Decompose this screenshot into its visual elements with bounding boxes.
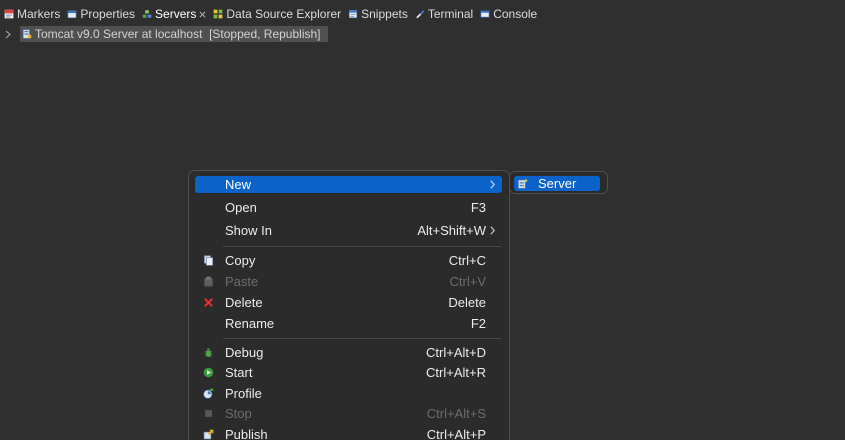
menu-item-shortcut: Delete [448, 295, 486, 310]
menu-item-body: Start Ctrl+Alt+R [195, 364, 502, 381]
start-icon [203, 367, 214, 378]
tab-label: Servers [155, 7, 197, 21]
menu-item-shortcut: Ctrl+Alt+S [426, 406, 486, 422]
menu-item-body: Open F3 [195, 199, 502, 216]
chevron-right-icon [490, 226, 495, 235]
console-icon [480, 9, 490, 19]
new-submenu: Server [509, 171, 608, 194]
separator-line [223, 337, 501, 339]
menu-item-shortcut: F2 [470, 316, 486, 331]
markers-icon [4, 9, 14, 19]
tab-console[interactable]: Console [480, 5, 537, 23]
menu-item-body: Stop Ctrl+Alt+S [195, 405, 502, 422]
tab-label: Data Source Explorer [226, 7, 342, 21]
separator-line [223, 245, 501, 247]
stop-icon [203, 408, 214, 419]
menu-item-new[interactable]: New [189, 173, 509, 196]
menu-item-delete[interactable]: Delete Delete [189, 292, 509, 313]
copy-icon [203, 255, 214, 266]
menu-item-body: Delete Delete [195, 294, 502, 311]
close-icon[interactable] [199, 11, 206, 18]
tab-label: Terminal [427, 7, 474, 21]
tab-label: Markers [17, 7, 61, 21]
menu-item-publish[interactable]: Publish Ctrl+Alt+P [189, 424, 509, 440]
menu-item-body: Profile [195, 385, 502, 402]
context-menu: New Open F3 Show In Alt+Shift+W Copy Ctr [188, 170, 510, 440]
delete-icon [203, 297, 214, 308]
menu-item-body: New [195, 176, 502, 193]
data-source-explorer-icon [213, 9, 223, 19]
menu-separator [189, 334, 509, 342]
menu-item-shortcut: Ctrl+Alt+P [426, 426, 486, 440]
menu-item-label: Paste [225, 274, 259, 289]
menu-item-shortcut: F3 [470, 200, 486, 215]
menu-item-body: Paste Ctrl+V [195, 273, 502, 290]
menu-item-profile[interactable]: Profile [189, 383, 509, 404]
tab-snippets[interactable]: Snippets [348, 5, 408, 23]
menu-item-shortcut: Ctrl+C [448, 253, 486, 268]
menu-separator [189, 242, 509, 250]
menu-item-body: Rename F2 [195, 315, 502, 332]
tab-label: Properties [80, 7, 136, 21]
publish-icon [203, 429, 214, 440]
menu-item-rename[interactable]: Rename F2 [189, 313, 509, 334]
menu-item-paste[interactable]: Paste Ctrl+V [189, 271, 509, 292]
tab-data-source-explorer[interactable]: Data Source Explorer [213, 5, 341, 23]
tab-terminal[interactable]: Terminal [415, 5, 473, 23]
properties-icon [67, 9, 77, 19]
menu-item-shortcut: Alt+Shift+W [417, 223, 486, 238]
submenu-item-label: Server [538, 176, 577, 191]
menu-item-label: Show In [225, 223, 272, 238]
servers-icon [142, 9, 152, 19]
chevron-right-icon [490, 180, 495, 189]
menu-item-shortcut: Ctrl+Alt+D [426, 344, 486, 360]
menu-item-label: Debug [225, 344, 264, 360]
new-server-icon [517, 178, 528, 189]
terminal-icon [415, 9, 425, 19]
menu-item-stop[interactable]: Stop Ctrl+Alt+S [189, 404, 509, 425]
tab-markers[interactable]: Markers [4, 5, 60, 23]
menu-item-label: Profile [225, 385, 262, 401]
menu-item-label: Delete [225, 295, 263, 310]
menu-item-body: Debug Ctrl+Alt+D [195, 344, 502, 361]
tab-properties[interactable]: Properties [67, 5, 135, 23]
paste-icon [203, 276, 214, 287]
menu-item-label: New [225, 177, 252, 192]
menu-item-debug[interactable]: Debug Ctrl+Alt+D [189, 342, 509, 363]
menu-item-label: Rename [225, 316, 275, 331]
menu-item-show-in[interactable]: Show In Alt+Shift+W [189, 219, 509, 242]
menu-item-shortcut: Ctrl+V [449, 274, 486, 289]
menu-item-label: Open [225, 200, 257, 215]
snippets-icon [348, 9, 358, 19]
view-tab-bar: Markers Properties Servers Data Source E… [0, 0, 845, 24]
tree-row-tomcat-server[interactable]: Tomcat v9.0 Server at localhost [Stopped… [0, 26, 845, 42]
menu-item-body: Publish Ctrl+Alt+P [195, 426, 502, 440]
submenu-item-server[interactable]: Server [514, 176, 600, 191]
menu-item-start[interactable]: Start Ctrl+Alt+R [189, 363, 509, 384]
chevron-right-icon[interactable] [5, 30, 11, 39]
tab-label: Console [493, 7, 538, 21]
menu-item-label: Start [225, 365, 253, 381]
menu-item-label: Copy [225, 253, 256, 268]
menu-item-label: Publish [225, 426, 268, 440]
menu-item-label: Stop [225, 406, 252, 422]
tree-row-label: Tomcat v9.0 Server at localhost [Stopped… [35, 27, 321, 41]
menu-item-body: Show In Alt+Shift+W [195, 222, 502, 239]
tab-servers[interactable]: Servers [142, 5, 206, 23]
profile-icon [203, 388, 214, 399]
tab-label: Snippets [361, 7, 408, 21]
debug-icon [203, 347, 214, 358]
menu-item-shortcut: Ctrl+Alt+R [426, 365, 486, 381]
tomcat-server-icon [22, 29, 32, 39]
menu-item-copy[interactable]: Copy Ctrl+C [189, 250, 509, 271]
menu-item-open[interactable]: Open F3 [189, 196, 509, 219]
menu-item-body: Copy Ctrl+C [195, 252, 502, 269]
